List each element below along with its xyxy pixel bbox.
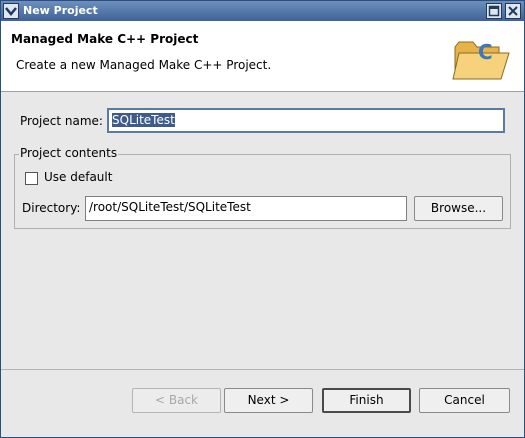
back-button[interactable]: < Back (132, 388, 221, 413)
title-bar[interactable]: New Project (1, 1, 524, 21)
project-contents-title: Project contents (19, 146, 119, 160)
window-menu-button[interactable] (3, 3, 19, 19)
folder-c-icon: C (452, 40, 510, 80)
wizard-page-title: Managed Make C++ Project (11, 32, 199, 46)
wizard-content: Project name: SQLiteTest Project content… (1, 92, 524, 369)
next-button[interactable]: Next > (224, 388, 313, 413)
new-project-dialog: New Project Managed Make C++ Project Cre… (0, 0, 525, 438)
use-default-checkbox[interactable] (25, 172, 38, 185)
project-name-input[interactable]: SQLiteTest (107, 108, 505, 133)
directory-input[interactable]: /root/SQLiteTest/SQLiteTest (85, 196, 407, 221)
maximize-icon (488, 5, 500, 17)
close-button[interactable] (505, 3, 521, 19)
maximize-button[interactable] (486, 3, 502, 19)
use-default-label[interactable]: Use default (44, 170, 112, 184)
wizard-footer: < Back Next > Finish Cancel (1, 370, 524, 437)
browse-button[interactable]: Browse... (414, 196, 503, 221)
close-icon (508, 6, 518, 16)
project-name-value: SQLiteTest (112, 113, 175, 127)
wizard-banner: Managed Make C++ Project Create a new Ma… (1, 21, 524, 92)
svg-text:C: C (478, 40, 493, 64)
directory-label: Directory: (22, 201, 81, 215)
chevron-down-icon (5, 7, 17, 16)
window-title: New Project (23, 4, 98, 17)
cancel-button[interactable]: Cancel (419, 388, 510, 413)
wizard-page-description: Create a new Managed Make C++ Project. (16, 58, 272, 72)
finish-button[interactable]: Finish (322, 388, 411, 413)
project-name-label: Project name: (20, 114, 103, 128)
